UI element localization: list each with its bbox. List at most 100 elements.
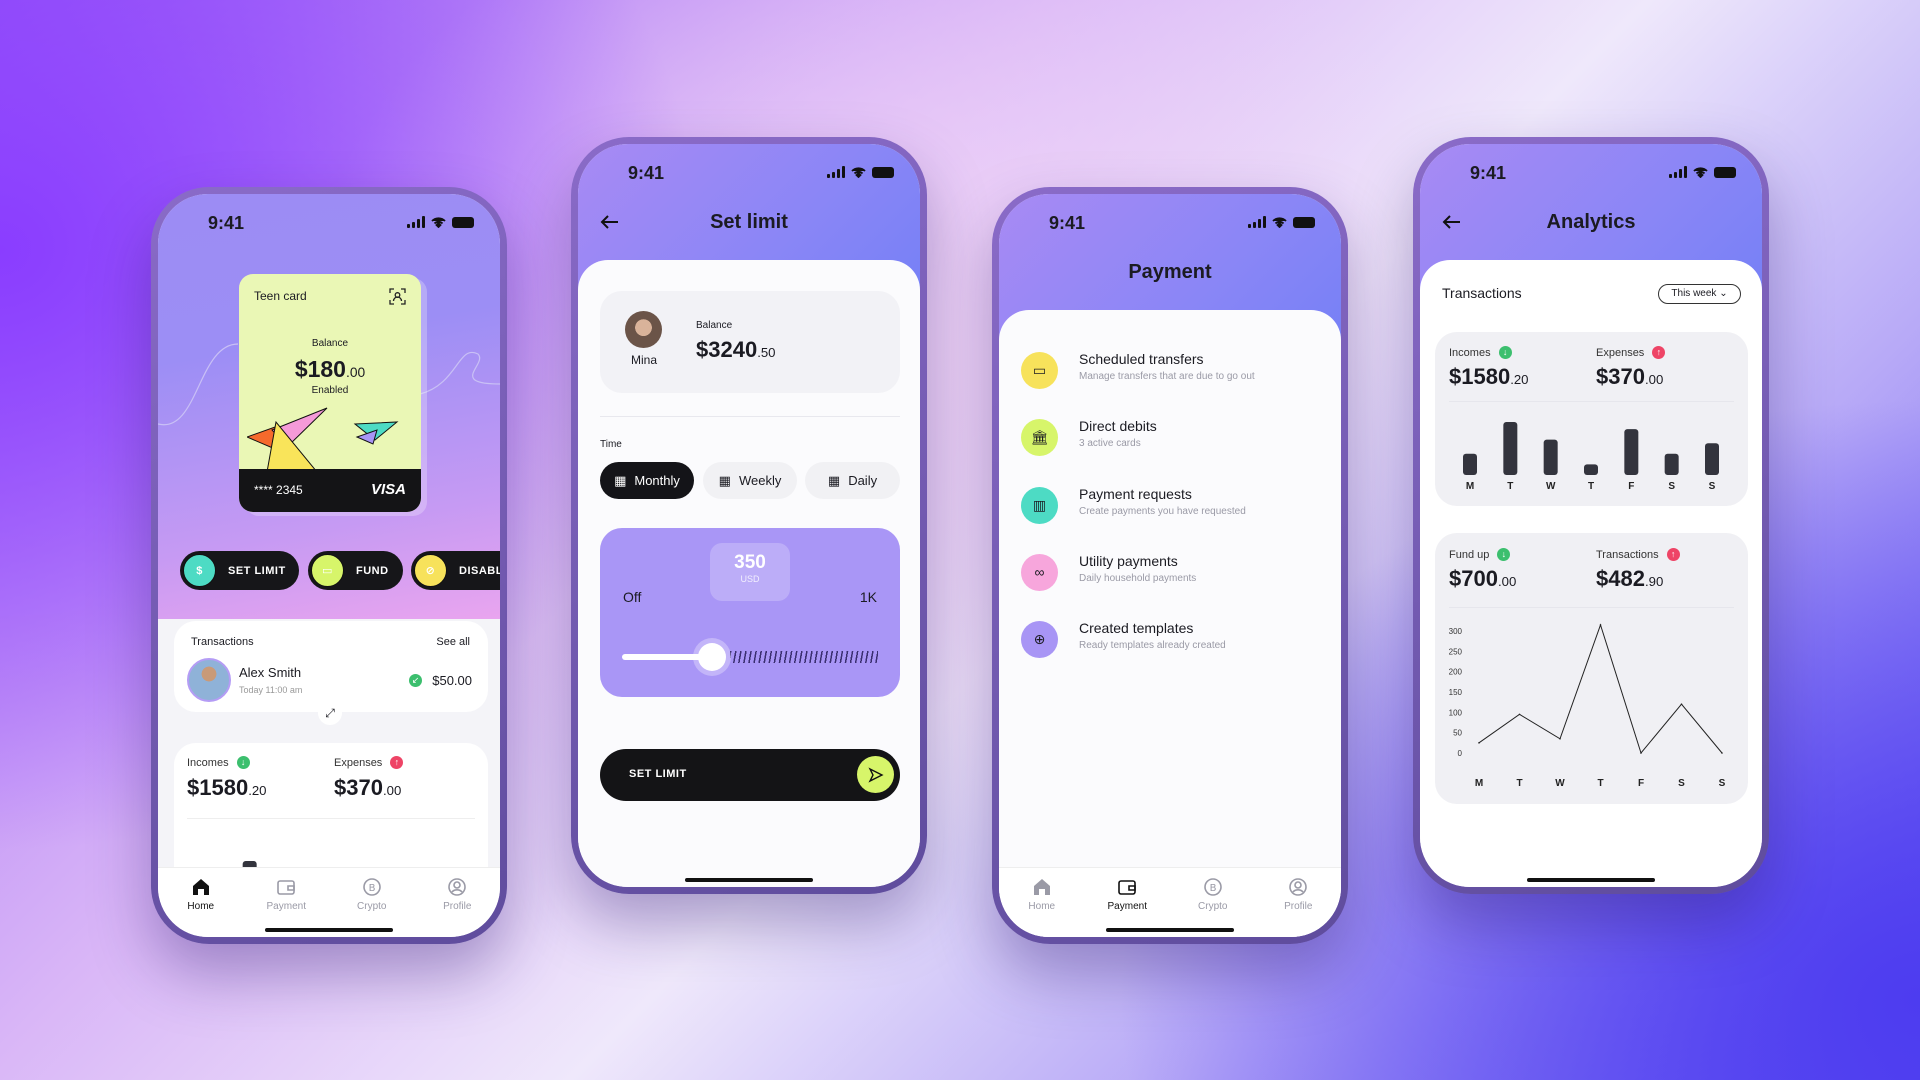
payment-option[interactable]: ∞ Utility payments Daily household payment… — [1021, 551, 1321, 595]
time-label: Time — [600, 439, 622, 450]
divider — [600, 416, 900, 417]
home-indicator — [685, 878, 813, 882]
x-tick-label: F — [1638, 778, 1644, 789]
slider-knob[interactable] — [697, 643, 726, 671]
x-tick-label: T — [1588, 481, 1594, 492]
bitcoin-icon: B — [1203, 878, 1222, 896]
phone-payment: 9:41 Payment ▭ Scheduled transfers Manage … — [992, 187, 1348, 944]
y-tick-label: 300 — [1449, 627, 1463, 636]
set-limit-screen: 9:41 Set limit Mina Balance $3240.50 Tim… — [578, 144, 920, 887]
tab-profile[interactable]: Profile — [422, 876, 492, 937]
arrow-up-icon: ↑ — [390, 756, 404, 769]
bar-5 — [1664, 453, 1679, 475]
user-avatar — [625, 311, 662, 348]
limit-value: 350 — [734, 552, 766, 573]
wifi-icon — [1693, 166, 1708, 178]
bar-4 — [1624, 429, 1639, 475]
set-limit-button-label: SET LIMIT — [629, 768, 687, 780]
card-name: Teen card — [254, 289, 307, 303]
tab-label: Crypto — [357, 901, 387, 912]
wallet-icon — [1118, 880, 1137, 895]
status-icons — [407, 216, 474, 228]
payment-option-title: Direct debits — [1079, 418, 1157, 435]
line-series — [1478, 623, 1723, 755]
signal-icon — [827, 166, 845, 178]
x-tick-label: F — [1628, 481, 1634, 492]
fund-action-button[interactable]: ▭ FUND — [308, 551, 403, 590]
payment-option-subtitle: Manage transfers that are due to go out — [1079, 371, 1255, 382]
tab-home[interactable]: Home — [166, 876, 236, 937]
link-icon: ∞ — [1021, 553, 1058, 591]
y-tick-label: 250 — [1449, 647, 1463, 656]
range-dropdown[interactable]: This week ⌄ — [1658, 284, 1741, 304]
set-limit-action-button[interactable]: $ SET LIMIT — [180, 551, 299, 590]
action-label: DISABLE — [459, 564, 500, 577]
tab-label: Home — [187, 901, 215, 912]
period-daily-tab[interactable]: ▦ Daily — [805, 462, 900, 499]
tab-label: Home — [1028, 901, 1056, 912]
battery-icon — [872, 166, 894, 178]
bar-3 — [1584, 464, 1598, 475]
period-monthly-tab[interactable]: ▦ Monthly — [600, 462, 694, 499]
tab-label: Profile — [443, 901, 472, 912]
home-icon — [192, 879, 209, 895]
home-screen: 9:41 Teen card Balance $180.00 Enabled *… — [158, 194, 500, 937]
card-footer: **** 2345 VISA — [239, 469, 421, 512]
teen-card[interactable]: Teen card Balance $180.00 Enabled **** 2… — [239, 274, 421, 512]
x-tick-label: S — [1709, 481, 1716, 492]
status-icons — [1669, 166, 1736, 178]
period-weekly-tab[interactable]: ▦ Weekly — [703, 462, 797, 499]
disable-action-button[interactable]: ⊘ DISABLE — [411, 551, 500, 590]
home-indicator — [1527, 878, 1655, 882]
money-bag-icon: $ — [183, 554, 216, 587]
tab-profile[interactable]: Profile — [1263, 876, 1333, 937]
payment-option[interactable]: 🏛 Direct debits 3 active cards — [1021, 416, 1321, 460]
payment-option-title: Utility payments — [1079, 552, 1178, 569]
card-balance: $180.00 — [294, 356, 366, 382]
x-tick-label: W — [1546, 481, 1556, 492]
chevron-down-icon: ⌄ — [1719, 288, 1728, 299]
bar-0 — [1463, 453, 1477, 475]
block-icon: ⊘ — [414, 554, 447, 587]
visa-logo: VISA — [370, 481, 406, 498]
battery-icon — [1714, 166, 1736, 178]
signal-icon — [1248, 216, 1266, 228]
x-tick-label: M — [1475, 778, 1483, 789]
x-tick-label: T — [1507, 481, 1513, 492]
see-all-link[interactable]: See all — [436, 636, 470, 648]
transactions-card: Transactions See all Alex Smith Today 11… — [174, 621, 488, 712]
tab-label: Crypto — [1198, 901, 1228, 912]
payment-option[interactable]: ▥ Payment requests Create payments you hav… — [1021, 484, 1321, 528]
payment-screen: 9:41 Payment ▭ Scheduled transfers Manage … — [999, 194, 1341, 937]
phone-home: 9:41 Teen card Balance $180.00 Enabled *… — [151, 187, 507, 944]
limit-value-box: 350 USD — [710, 543, 790, 601]
tab-label: Profile — [1284, 901, 1313, 912]
signal-icon — [1669, 166, 1687, 178]
tab-home[interactable]: Home — [1007, 876, 1077, 937]
svg-text:B: B — [368, 883, 375, 894]
line-point-6 — [1721, 752, 1723, 754]
x-tick-label: S — [1668, 481, 1675, 492]
payment-option[interactable]: ⊕ Created templates Ready templates alread… — [1021, 618, 1321, 662]
balance-card: Mina Balance $3240.50 — [600, 291, 900, 393]
set-limit-button[interactable]: SET LIMIT — [600, 749, 900, 801]
payment-option[interactable]: ▭ Scheduled transfers Manage transfers tha… — [1021, 349, 1321, 393]
bar-6 — [1705, 443, 1719, 475]
home-indicator — [265, 928, 393, 932]
weekly-bar-chart: MTWTFSS — [1463, 422, 1719, 492]
expand-icon[interactable]: ⤢ — [318, 701, 342, 725]
page-title: Set limit — [710, 211, 788, 233]
x-tick-label: T — [1597, 778, 1603, 789]
cash-icon: ▭ — [311, 554, 344, 587]
payment-option-subtitle: Create payments you have requested — [1079, 505, 1246, 517]
profile-icon — [448, 878, 467, 896]
transaction-amount: $50.00 — [432, 673, 472, 688]
scan-face-icon[interactable] — [389, 288, 406, 305]
incomes-label: Incomes ↓ — [187, 756, 250, 769]
income-expense-card: Incomes ↓ $1580.20 Expenses ↑ $370.00 MTWT… — [1435, 332, 1748, 506]
limit-slider[interactable] — [622, 643, 878, 671]
phone-analytics: 9:41 Analytics Transactions This week ⌄ … — [1413, 137, 1769, 894]
action-label: SET LIMIT — [228, 564, 286, 577]
line-point-0 — [1478, 742, 1480, 744]
payment-option-title: Payment requests — [1079, 485, 1192, 502]
